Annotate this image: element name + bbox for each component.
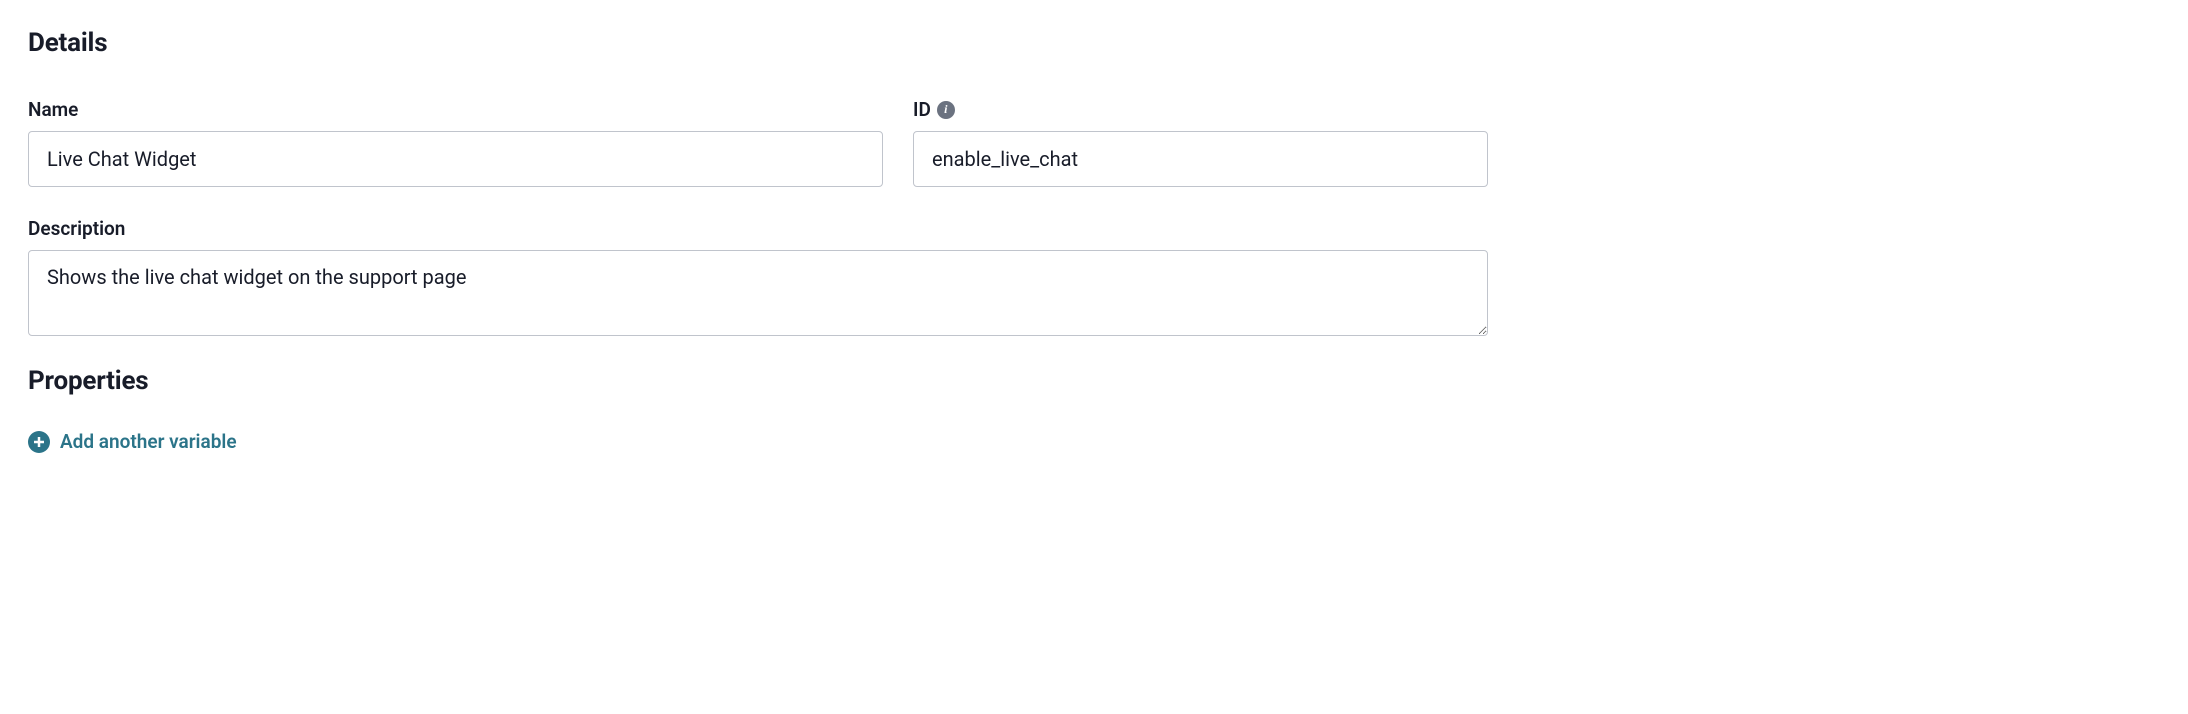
add-variable-link[interactable]: Add another variable [28,430,237,453]
details-heading: Details [28,28,1488,58]
description-field: Description [28,217,1488,336]
add-variable-label: Add another variable [60,430,237,453]
id-input[interactable] [913,131,1488,187]
id-field: ID i [913,98,1488,187]
name-input[interactable] [28,131,883,187]
info-icon[interactable]: i [937,101,955,119]
id-label: ID [913,98,931,121]
description-label: Description [28,217,125,240]
properties-heading: Properties [28,366,1488,396]
description-input[interactable] [28,250,1488,336]
name-field: Name [28,98,883,187]
plus-circle-icon [28,431,50,453]
name-label: Name [28,98,78,121]
